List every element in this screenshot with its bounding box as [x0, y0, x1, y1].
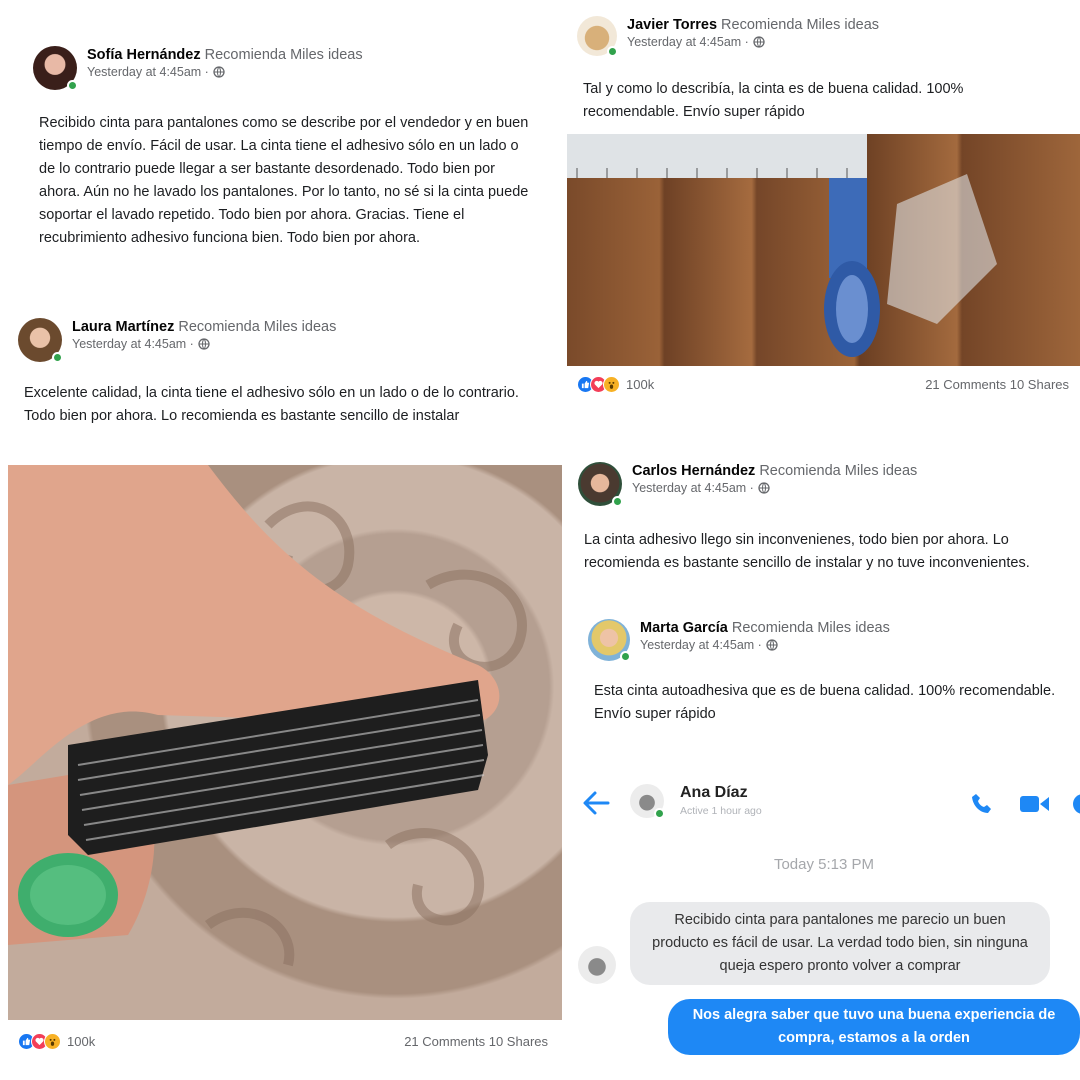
- back-arrow-icon[interactable]: [582, 790, 610, 816]
- avatar[interactable]: [33, 46, 78, 91]
- globe-icon: [198, 338, 210, 350]
- globe-icon: [213, 66, 225, 78]
- post-javier: Javier Torres Recomienda Miles ideas Yes…: [567, 0, 1080, 410]
- wow-reaction-icon[interactable]: [44, 1033, 61, 1050]
- wow-reaction-icon[interactable]: [603, 376, 620, 393]
- online-status-dot: [612, 496, 623, 507]
- recommends-label: Recomienda Miles ideas: [204, 47, 363, 63]
- author-name[interactable]: Marta García: [640, 620, 728, 636]
- post-photo[interactable]: [8, 465, 562, 1020]
- reaction-count[interactable]: 100k: [626, 377, 654, 392]
- post-sofia: Sofía Hernández Recomienda Miles ideas Y…: [15, 30, 555, 280]
- globe-icon: [758, 482, 770, 494]
- post-header: Sofía Hernández Recomienda Miles ideas Y…: [33, 46, 363, 91]
- video-call-icon[interactable]: [1020, 794, 1050, 814]
- recommends-label: Recomienda Miles ideas: [178, 319, 337, 335]
- incoming-message[interactable]: Recibido cinta para pantalones me pareci…: [630, 902, 1050, 985]
- post-stats: 100k 21 Comments 10 Shares: [577, 376, 1069, 393]
- info-icon[interactable]: [1071, 792, 1080, 816]
- post-laura: Laura Martínez Recomienda Miles ideas Ye…: [0, 300, 565, 1070]
- globe-icon: [766, 639, 778, 651]
- photo-content: [567, 134, 997, 357]
- post-header: Carlos Hernández Recomienda Miles ideas …: [578, 462, 918, 507]
- sender-avatar[interactable]: [578, 946, 616, 984]
- phone-icon[interactable]: [970, 792, 994, 816]
- avatar[interactable]: [18, 318, 63, 363]
- post-time[interactable]: Yesterday at 4:45am ·: [632, 480, 754, 496]
- author-name[interactable]: Javier Torres: [627, 17, 717, 33]
- post-time[interactable]: Yesterday at 4:45am ·: [640, 637, 762, 653]
- online-status-dot: [620, 651, 631, 662]
- messenger-header: Ana Díaz Active 1 hour ago: [568, 772, 1080, 834]
- message-timestamp: Today 5:13 PM: [773, 856, 875, 873]
- post-photo[interactable]: [567, 134, 1080, 366]
- contact-name[interactable]: Ana Díaz: [680, 784, 762, 802]
- author-name[interactable]: Carlos Hernández: [632, 463, 755, 479]
- contact-status: Active 1 hour ago: [680, 805, 762, 817]
- post-header: Laura Martínez Recomienda Miles ideas Ye…: [18, 318, 337, 363]
- online-status-dot: [67, 80, 78, 91]
- post-text: Excelente calidad, la cinta tiene el adh…: [24, 385, 519, 424]
- post-carlos: Carlos Hernández Recomienda Miles ideas …: [568, 448, 1080, 588]
- reaction-count[interactable]: 100k: [67, 1034, 95, 1049]
- comments-shares[interactable]: 21 Comments 10 Shares: [404, 1034, 548, 1049]
- contact-avatar[interactable]: [630, 784, 665, 819]
- post-header: Javier Torres Recomienda Miles ideas Yes…: [577, 16, 880, 57]
- post-time[interactable]: Yesterday at 4:45am ·: [72, 336, 194, 352]
- post-time[interactable]: Yesterday at 4:45am ·: [87, 64, 209, 80]
- post-time[interactable]: Yesterday at 4:45am ·: [627, 34, 749, 50]
- outgoing-message[interactable]: Nos alegra saber que tuvo una buena expe…: [668, 999, 1080, 1055]
- post-marta: Marta García Recomienda Miles ideas Yest…: [578, 605, 1080, 755]
- post-text: La cinta adhesivo llego sin inconveniene…: [584, 532, 1030, 571]
- post-text: Tal y como lo describía, la cinta es de …: [583, 81, 964, 120]
- photo-content: [8, 465, 527, 967]
- avatar[interactable]: [588, 619, 631, 662]
- post-text: Esta cinta autoadhesiva que es de buena …: [594, 683, 1056, 722]
- avatar[interactable]: [577, 16, 618, 57]
- online-status-dot: [52, 352, 63, 363]
- online-status-dot: [654, 808, 665, 819]
- post-header: Marta García Recomienda Miles ideas Yest…: [588, 619, 890, 662]
- globe-icon: [753, 36, 765, 48]
- comments-shares[interactable]: 21 Comments 10 Shares: [925, 377, 1069, 392]
- author-name[interactable]: Laura Martínez: [72, 319, 174, 335]
- recommends-label: Recomienda Miles ideas: [731, 620, 890, 636]
- post-text: Recibido cinta para pantalones como se d…: [39, 115, 529, 246]
- recommends-label: Recomienda Miles ideas: [721, 17, 880, 33]
- recommends-label: Recomienda Miles ideas: [759, 463, 918, 479]
- avatar[interactable]: [578, 462, 623, 507]
- post-stats: 100k 21 Comments 10 Shares: [18, 1033, 548, 1050]
- author-name[interactable]: Sofía Hernández: [87, 47, 201, 63]
- online-status-dot: [607, 46, 618, 57]
